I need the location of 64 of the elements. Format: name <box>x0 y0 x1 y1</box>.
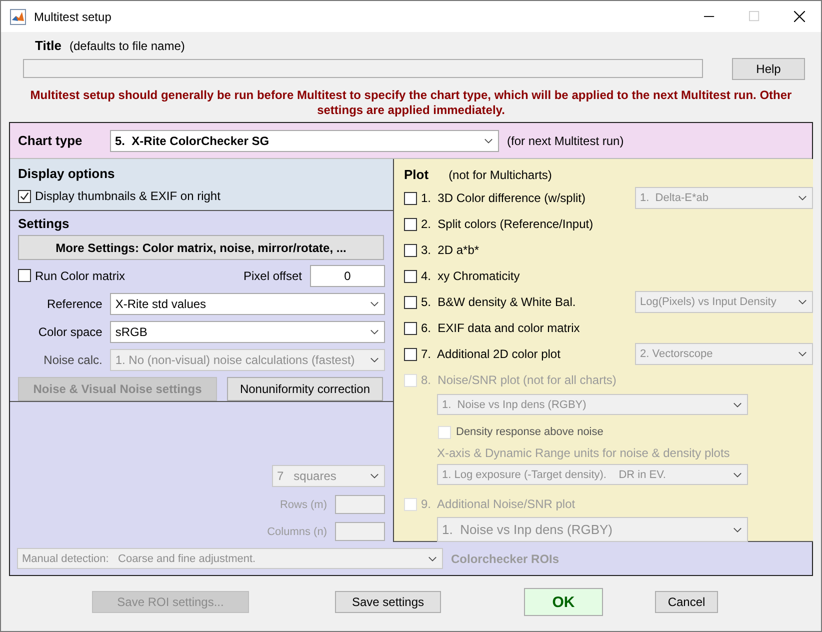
checkbox-label: 4. xy Chromaticity <box>421 269 521 283</box>
checkbox[interactable] <box>404 322 417 334</box>
chevron-down-icon <box>733 472 742 478</box>
field-label: Columns (n) <box>267 526 327 538</box>
chart-type-dropdown[interactable]: 5. X-Rite ColorChecker SG <box>110 130 499 152</box>
checkbox[interactable] <box>404 244 417 256</box>
chart-type-note: (for next Multitest run) <box>507 134 624 148</box>
checkbox-label: 7. Additional 2D color plot <box>421 347 562 361</box>
dialog-button[interactable]: Save settings <box>335 591 441 613</box>
checkbox-label: 5. B&W density & White Bal. <box>421 295 577 309</box>
checkbox[interactable] <box>404 218 417 230</box>
chevron-down-icon <box>428 556 437 562</box>
checkbox-label: 2. Split colors (Reference/Input) <box>421 217 594 231</box>
checkbox-label: Run Color matrix <box>35 268 126 282</box>
checkbox[interactable] <box>18 190 31 202</box>
field-label: Rows (m) <box>280 498 327 510</box>
field-label: Color space <box>37 325 102 339</box>
colorchecker-rois-label: Colorchecker ROIs <box>451 552 560 566</box>
checkbox-label: Display thumbnails & EXIF on right <box>35 189 220 203</box>
chevron-down-icon <box>798 299 807 305</box>
plot-heading: Plot <box>404 167 429 183</box>
title-label: Title <box>35 38 62 53</box>
window-title: Multitest setup <box>34 10 112 24</box>
checkbox[interactable] <box>404 192 417 204</box>
pixel-offset-label: Pixel offset <box>244 268 302 282</box>
settings-button[interactable]: Nonuniformity correction <box>227 377 383 401</box>
checkbox[interactable] <box>404 296 417 308</box>
checkbox-label: 8. Noise/SNR plot (not for all charts) <box>421 373 618 387</box>
chart-type-label: Chart type <box>18 133 84 148</box>
chevron-down-icon <box>798 351 807 357</box>
caption-text: X-axis & Dynamic Range units for noise & density plots <box>437 446 730 460</box>
help-button[interactable]: Help <box>732 58 805 80</box>
pixel-offset-field[interactable]: 0 <box>310 264 385 286</box>
settings-heading: Settings <box>18 216 70 232</box>
field-label: Noise calc. <box>42 353 102 367</box>
dropdown[interactable]: sRGB <box>110 321 385 343</box>
checkbox[interactable] <box>18 269 31 282</box>
chevron-down-icon <box>484 138 493 144</box>
chevron-down-icon <box>370 357 379 363</box>
chevron-down-icon <box>733 526 742 532</box>
chevron-down-icon <box>370 301 379 307</box>
chevron-down-icon <box>370 329 379 335</box>
dropdown[interactable]: X-Rite std values <box>110 293 385 315</box>
display-options-heading: Display options <box>18 166 116 182</box>
checkbox[interactable] <box>404 270 417 282</box>
checkbox-label: 1. 3D Color difference (w/split) <box>421 191 587 205</box>
chevron-down-icon <box>798 195 807 201</box>
checkbox[interactable] <box>404 348 417 360</box>
app-icon <box>10 8 26 24</box>
chevron-down-icon <box>733 402 742 408</box>
notice-text: Multitest setup should generally be run before Multitest to specify the chart type, which will be applied to the next Multitest run. Other settings are applied immediately. <box>29 88 793 119</box>
field-label: Reference <box>46 297 102 311</box>
dialog-button[interactable]: Cancel <box>655 591 718 613</box>
plot-note: (not for Multicharts) <box>448 168 552 182</box>
close-icon[interactable] <box>794 11 805 22</box>
checkbox-label: 3. 2D a*b* <box>421 243 480 257</box>
title-input-field[interactable] <box>23 59 703 78</box>
ok-button[interactable]: OK <box>524 588 603 616</box>
more-settings-button[interactable]: More Settings: Color matrix, noise, mirror/rotate, ... <box>18 235 384 260</box>
title-hint: (defaults to file name) <box>70 39 185 53</box>
checkbox-label: 6. EXIF data and color matrix <box>421 321 581 335</box>
chevron-down-icon <box>370 473 379 479</box>
checkbox-label: Density response above noise <box>456 426 604 438</box>
checkbox-label: 9. Additional Noise/SNR plot <box>421 497 576 511</box>
